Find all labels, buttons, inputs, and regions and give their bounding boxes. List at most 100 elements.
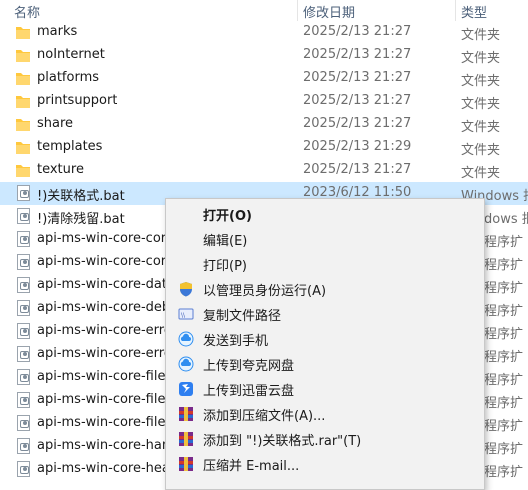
file-type: dows 批 [484,212,528,227]
context-menu-item[interactable]: 编辑(E) [166,226,484,251]
context-menu-item[interactable]: 打开(O) [166,201,484,226]
file-name: api-ms-win-core-file- [37,392,171,407]
file-type: 程序扩 [484,442,524,457]
dll-file-icon [17,300,30,316]
winrar-icon [179,432,193,446]
column-divider[interactable] [297,0,298,21]
file-name: share [37,116,74,131]
dll-file-icon [17,369,30,385]
file-name: templates [37,139,103,154]
file-name: api-ms-win-core-cor [37,254,167,269]
context-menu-item-label: 压缩并 E-mail... [203,459,300,474]
file-name: api-ms-win-core-hea [37,461,170,476]
file-type: 文件夹 [461,143,501,158]
context-menu-item-label: 编辑(E) [203,234,248,249]
batch-file-icon [17,208,30,224]
dll-file-icon [17,323,30,339]
file-type: 文件夹 [461,51,501,66]
winrar-icon [179,407,193,421]
file-modified-date: 2025/2/13 21:27 [303,47,412,62]
file-name: api-ms-win-core-erro [37,346,172,361]
context-menu-item-label: 以管理员身份运行(A) [203,284,327,299]
file-type: 程序扩 [484,465,524,480]
file-row[interactable]: marks 2025/2/13 21:27 文件夹 [0,21,528,44]
file-modified-date: 2025/2/13 21:27 [303,70,412,85]
file-modified-date: 2025/2/13 21:27 [303,24,412,39]
file-type: 程序扩 [484,281,524,296]
file-name: api-ms-win-core-file- [37,369,171,384]
file-type: 文件夹 [461,120,501,135]
context-menu-item-label: 发送到手机 [203,334,269,349]
file-type: 程序扩 [484,419,524,434]
context-menu-item[interactable]: 打印(P) [166,251,484,276]
column-divider[interactable] [455,0,456,21]
shield-icon [180,282,192,297]
dll-file-icon [17,461,30,477]
file-name: api-ms-win-core-dat [37,277,167,292]
dll-file-icon [17,438,30,454]
file-name: texture [37,162,84,177]
context-menu-item[interactable]: 上传到夸克网盘 [166,351,484,376]
file-row[interactable]: platforms 2025/2/13 21:27 文件夹 [0,67,528,90]
column-header-type[interactable]: 类型 [461,2,487,21]
dll-file-icon [17,231,30,247]
folder-icon [16,96,30,108]
file-name: api-ms-win-core-cor [37,231,167,246]
column-header-date[interactable]: 修改日期 [303,2,355,21]
file-type: 程序扩 [484,304,524,319]
file-type: 程序扩 [484,258,524,273]
file-name: api-ms-win-core-deb [37,300,171,315]
winrar-icon [179,457,193,471]
file-type: 程序扩 [484,373,524,388]
file-row[interactable]: texture 2025/2/13 21:27 文件夹 [0,159,528,182]
file-name: platforms [37,70,100,85]
file-type: 文件夹 [461,97,501,112]
batch-file-icon [17,185,30,201]
context-menu-item-label: 上传到迅雷云盘 [203,384,295,399]
file-name: api-ms-win-core-erro [37,323,172,338]
dll-file-icon [17,392,30,408]
folder-icon [16,142,30,154]
context-menu-item-label: 打开(O) [203,209,252,224]
file-row[interactable]: printsupport 2025/2/13 21:27 文件夹 [0,90,528,113]
file-type: 文件夹 [461,74,501,89]
context-menu-item-label: 添加到 "!)关联格式.rar"(T) [203,434,362,449]
dll-file-icon [17,415,30,431]
file-type: 文件夹 [461,28,501,43]
file-row[interactable]: share 2025/2/13 21:27 文件夹 [0,113,528,136]
file-type: 文件夹 [461,166,501,181]
folder-icon [16,27,30,39]
context-menu-item[interactable]: 以管理员身份运行(A) [166,276,484,301]
file-modified-date: 2025/2/13 21:27 [303,93,412,108]
file-row[interactable]: noInternet 2025/2/13 21:27 文件夹 [0,44,528,67]
column-header-name[interactable]: 名称 [14,2,40,21]
context-menu-item[interactable]: 添加到 "!)关联格式.rar"(T) [166,426,484,451]
file-type: 程序扩 [484,235,524,250]
file-name: api-ms-win-core-file- [37,415,171,430]
thunder-cloud-icon [179,382,193,396]
dll-file-icon [17,277,30,293]
context-menu-item[interactable]: 压缩并 E-mail... [166,451,484,476]
context-menu-item-label: 复制文件路径 [203,309,282,324]
file-name: !)清除残留.bat [37,212,125,227]
file-name: noInternet [37,47,105,62]
context-menu-item[interactable]: \\ 复制文件路径 [166,301,484,326]
folder-icon [16,50,30,62]
file-name: !)关联格式.bat [37,189,125,204]
context-menu-item[interactable]: 发送到手机 [166,326,484,351]
quark-cloud-icon [178,356,194,372]
file-type: 程序扩 [484,396,524,411]
file-row[interactable]: templates 2025/2/13 21:29 文件夹 [0,136,528,159]
file-modified-date: 2025/2/13 21:27 [303,116,412,131]
file-modified-date: 2025/2/13 21:27 [303,162,412,177]
context-menu-item-label: 上传到夸克网盘 [203,359,295,374]
file-type: 程序扩 [484,350,524,365]
file-type: 程序扩 [484,327,524,342]
column-header-bar: 名称 修改日期 类型 [0,0,528,21]
file-name: printsupport [37,93,118,108]
context-menu-item[interactable]: 上传到迅雷云盘 [166,376,484,401]
copy-path-icon: \\ [178,308,194,320]
file-modified-date: 2025/2/13 21:29 [303,139,412,154]
folder-icon [16,119,30,131]
context-menu-item[interactable]: 添加到压缩文件(A)... [166,401,484,426]
